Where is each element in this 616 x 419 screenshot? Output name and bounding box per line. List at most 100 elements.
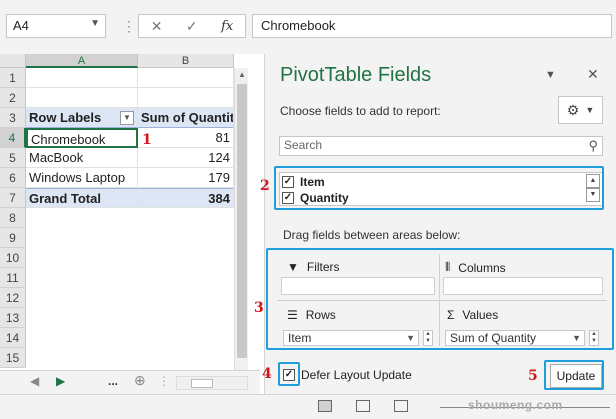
row-header[interactable]: 2 [0,88,26,108]
pivot-row-label[interactable]: Windows Laptop [26,168,138,188]
scroll-thumb[interactable] [237,84,247,358]
grand-total-value[interactable]: 384 [138,188,234,208]
grand-total-label[interactable]: Grand Total [26,188,138,208]
horizontal-scrollbar[interactable] [176,376,248,390]
columns-area-label: ⦀ Columns [445,260,506,275]
field-label: Item [300,175,325,189]
row-header[interactable]: 14 [0,328,26,348]
columns-drop-zone[interactable] [443,277,603,295]
chevron-down-icon: ▼ [585,105,595,115]
cell[interactable] [26,68,138,88]
column-header-b[interactable]: B [138,54,234,68]
values-item-dropdown[interactable]: Sum of Quantity ▼ [445,330,585,346]
rows-item-dropdown[interactable]: Item ▼ [283,330,419,346]
tab-nav-left-icon[interactable]: ◀ [30,374,39,388]
watermark: shoumeng.com [468,398,563,412]
formula-input[interactable]: Chromebook [252,14,612,38]
formula-buttons: ✕ ✓ fx [138,14,246,38]
annotation-2: 2 [260,178,270,194]
annotation-4: 4 [262,366,272,382]
field-quantity[interactable]: ✓ Quantity [282,190,349,206]
scroll-up-icon[interactable]: ▲ [235,68,249,82]
search-icon[interactable]: ⚲ [588,138,598,154]
column-header-a[interactable]: A [26,54,138,68]
pivot-row-value[interactable]: 179 [138,168,234,188]
pane-title: PivotTable Fields [280,64,432,86]
close-icon[interactable]: ✕ [587,66,599,83]
field-item[interactable]: ✓ Item [282,174,325,190]
scroll-down-icon[interactable]: ▼ [586,188,600,202]
row-header[interactable]: 7 [0,188,26,208]
scroll-up-icon[interactable]: ▲ [586,174,600,188]
pivot-row-labels-header[interactable]: Row Labels ▼ [26,108,138,128]
more-options-icon: ⋮ [122,18,137,34]
checkbox-checked-icon[interactable]: ✓ [282,176,294,188]
worksheet-grid: A B 1 2 3 4 5 6 7 8 9 10 11 12 13 14 15 … [0,54,248,370]
row-header[interactable]: 1 [0,68,26,88]
row-header[interactable]: 13 [0,308,26,328]
row-header[interactable]: 15 [0,348,26,368]
columns-label: Columns [458,260,506,275]
add-sheet-icon[interactable]: ⊕ [134,372,146,389]
formula-bar: A4 ▼ ⋮ ✕ ✓ fx Chromebook [0,0,616,54]
annotation-1: 1 [142,132,152,148]
search-input[interactable]: Search ⚲ [279,136,603,156]
chevron-down-icon[interactable]: ▼ [572,331,581,345]
page-layout-view-icon[interactable] [356,400,370,412]
filters-area-label: ▼ Filters [287,260,340,274]
field-list-scrollbar[interactable]: ▲ ▼ [586,174,600,204]
checkbox-checked-icon[interactable]: ✓ [282,192,294,204]
values-area-label: Σ Values [447,308,498,322]
sigma-icon: Σ [447,308,455,322]
name-box[interactable]: A4 ▼ [6,14,106,38]
update-button[interactable]: Update [550,364,602,388]
row-header[interactable]: 5 [0,148,26,168]
select-all-corner[interactable] [0,54,26,68]
cell[interactable] [26,88,138,108]
more-tabs-ellipsis[interactable]: ... [108,374,118,388]
row-labels-text: Row Labels [29,110,102,125]
normal-view-icon[interactable] [318,400,332,412]
tab-nav-right-icon[interactable]: ▶ [56,374,65,388]
pivot-row-value[interactable]: 124 [138,148,234,168]
cell[interactable] [138,68,234,88]
chevron-down-icon[interactable]: ▼ [90,18,100,29]
filter-dropdown-icon[interactable]: ▼ [120,111,134,125]
search-placeholder: Search [284,138,323,152]
filter-icon: ▼ [287,260,299,274]
split-handle-icon[interactable]: ⋮ [158,374,170,388]
field-list: ✓ Item ✓ Quantity ▲ ▼ [279,172,603,206]
row-header[interactable]: 9 [0,228,26,248]
columns-icon: ⦀ [445,260,451,274]
pane-options-chevron-icon[interactable]: ▼ [545,69,556,81]
defer-layout-update[interactable]: ✓ Defer Layout Update [283,368,412,382]
rows-label: Rows [305,308,336,322]
row-header[interactable]: 10 [0,248,26,268]
filters-label: Filters [306,260,340,274]
chevron-down-icon[interactable]: ▼ [406,331,415,345]
rows-item-label: Item [288,331,312,345]
row-header[interactable]: 6 [0,168,26,188]
row-header[interactable]: 4 [0,128,26,148]
cell[interactable] [138,88,234,108]
vertical-scrollbar[interactable]: ▲ [234,68,248,370]
values-scroll-icon[interactable]: ▲ ▼ [589,330,599,346]
rows-scroll-icon[interactable]: ▲ ▼ [423,330,433,346]
row-header[interactable]: 8 [0,208,26,228]
checkbox-checked-icon[interactable]: ✓ [283,369,295,381]
cancel-icon[interactable]: ✕ [151,18,163,35]
pivot-row-value[interactable]: 81 [138,128,234,148]
scroll-thumb[interactable] [191,379,213,388]
enter-icon[interactable]: ✓ [186,18,198,35]
field-list-settings-button[interactable]: ⚙ ▼ [558,96,603,124]
insert-function-icon[interactable]: fx [221,19,233,34]
row-header[interactable]: 12 [0,288,26,308]
filters-drop-zone[interactable] [281,277,435,295]
choose-fields-text: Choose fields to add to report: [280,104,441,118]
row-header[interactable]: 11 [0,268,26,288]
pivot-sum-header[interactable]: Sum of Quantity [138,108,234,128]
row-header[interactable]: 3 [0,108,26,128]
page-break-view-icon[interactable] [394,400,408,412]
pivot-row-label[interactable]: MacBook [26,148,138,168]
pivot-row-label[interactable]: Chromebook [26,128,138,148]
